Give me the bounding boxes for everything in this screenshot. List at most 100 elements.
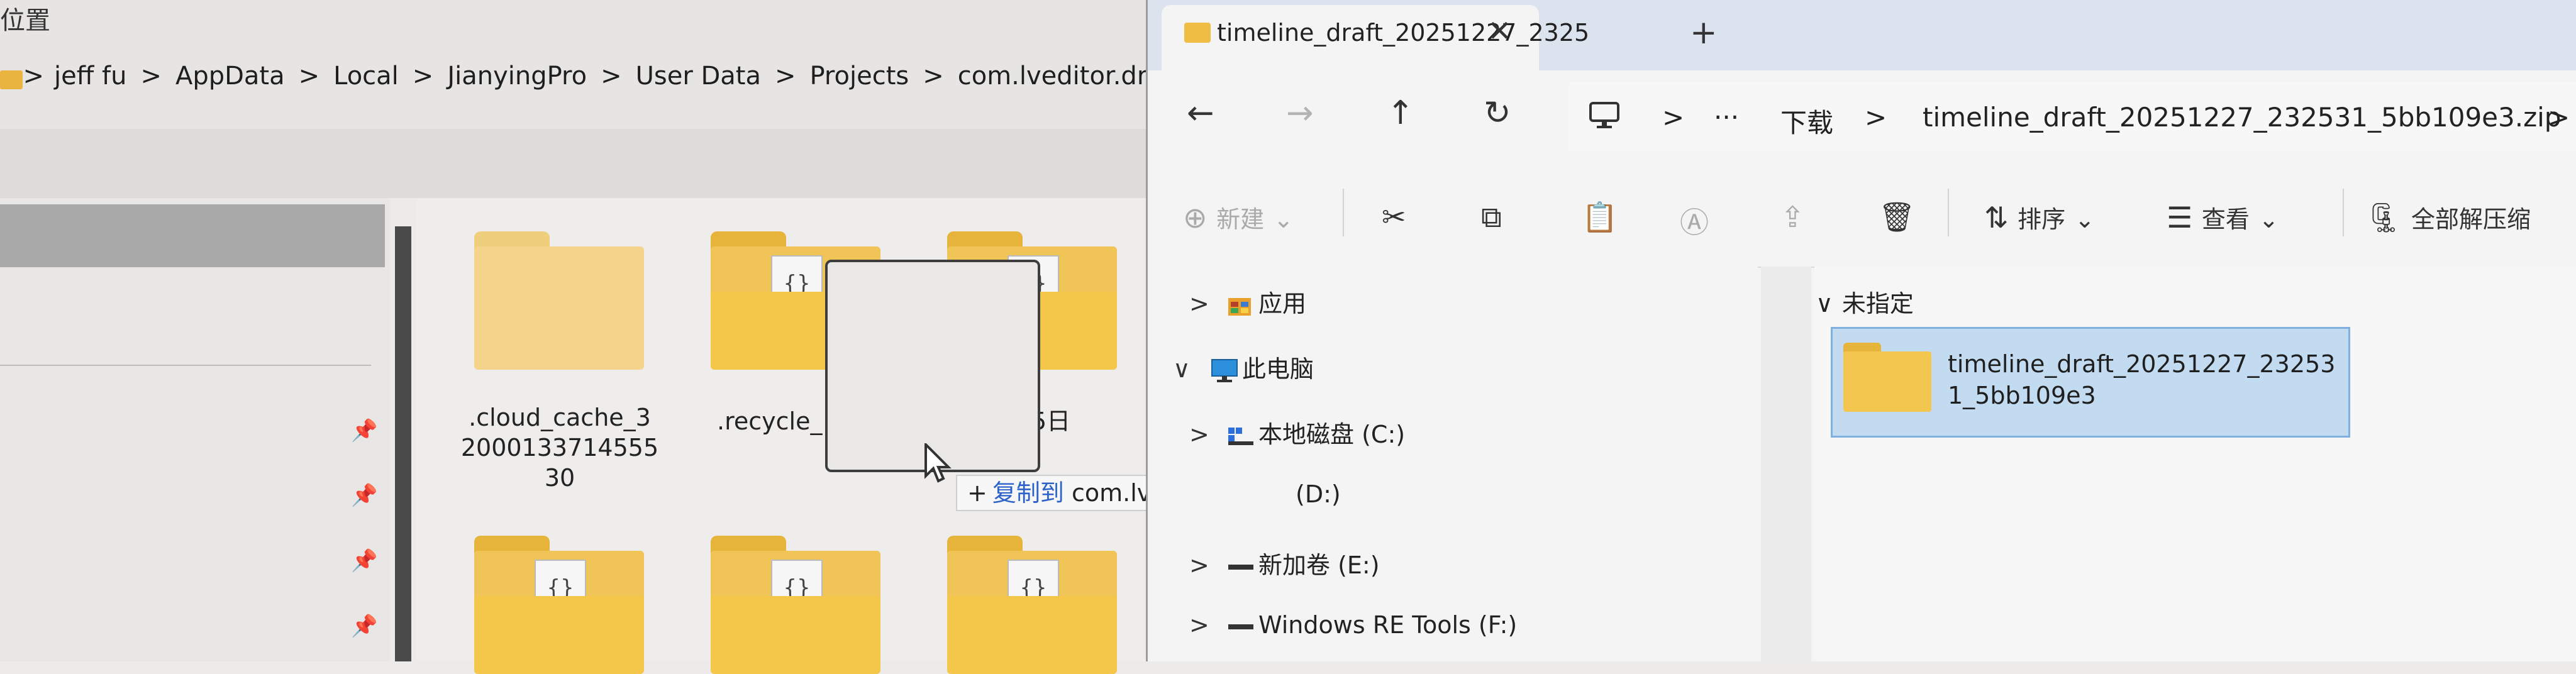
- breadcrumb-item-projects[interactable]: Projects: [810, 62, 923, 91]
- forward-arrow-icon[interactable]: →: [1286, 94, 1314, 132]
- breadcrumb-separator[interactable]: >: [413, 62, 448, 91]
- monitor-icon[interactable]: [1588, 101, 1621, 131]
- left-window-title: 位置: [0, 6, 50, 35]
- tree-label: 此电脑: [1242, 355, 1314, 383]
- cut-icon[interactable]: ✂: [1382, 200, 1406, 234]
- folder-icon: [1843, 343, 1931, 412]
- tree-label: 本地磁盘 (C:): [1258, 421, 1406, 448]
- delete-icon[interactable]: 🗑: [1879, 200, 1915, 235]
- group-header-label: 未指定: [1841, 290, 1914, 318]
- breadcrumb-item-appdata[interactable]: AppData: [175, 62, 299, 91]
- pin-icon[interactable]: 📌: [351, 548, 377, 573]
- drive-icon: [1227, 611, 1258, 639]
- view-icon: ☰: [2167, 201, 2193, 235]
- command-bar: [1148, 166, 2576, 268]
- path-overflow-button[interactable]: ···: [1714, 102, 1739, 133]
- navigation-tree: [1148, 267, 1758, 661]
- pin-icon[interactable]: 📌: [351, 483, 377, 508]
- navigation-pane: [0, 198, 390, 661]
- rename-icon[interactable]: Ⓐ: [1680, 200, 1709, 241]
- path-chevron[interactable]: >: [1662, 102, 1684, 133]
- nav-selected-item[interactable]: [0, 204, 385, 267]
- breadcrumb-separator[interactable]: >: [299, 62, 334, 91]
- chevron-right-icon[interactable]: >: [1189, 551, 1227, 579]
- breadcrumb-item-local[interactable]: Local: [333, 62, 413, 91]
- folder-label-partial[interactable]: 5日: [1031, 406, 1107, 436]
- tree-item-this-pc[interactable]: ∨ 此电脑: [1173, 350, 1314, 384]
- tree-label: 应用: [1258, 290, 1307, 318]
- folder-icon[interactable]: {}: [711, 536, 880, 674]
- sort-icon: ⇅: [1984, 201, 2009, 235]
- left-explorer-window: 位置 > jeff fu > AppData > Local > Jianyin…: [0, 0, 1341, 674]
- nav-scrollbar[interactable]: [395, 226, 411, 661]
- new-tab-button[interactable]: +: [1690, 14, 1718, 52]
- command-divider: [2343, 189, 2344, 236]
- sort-button[interactable]: ⇅ 排序 ⌄: [1984, 200, 2095, 235]
- drive-icon: [1227, 551, 1258, 579]
- right-explorer-window: timeline_draft_20251227_2325 ✕ + ← → ↑ ↻…: [1146, 0, 2576, 661]
- breadcrumb-separator: >: [23, 62, 44, 91]
- sort-label: 排序: [2018, 206, 2066, 233]
- nav-divider: [0, 365, 371, 366]
- left-toolbar: [0, 129, 1146, 198]
- new-button[interactable]: ⊕ 新建 ⌄: [1183, 200, 1294, 235]
- breadcrumb-item-user-data[interactable]: User Data: [636, 62, 775, 91]
- up-arrow-icon[interactable]: ↑: [1387, 94, 1414, 132]
- refresh-icon[interactable]: ↻: [1484, 94, 1511, 132]
- extract-icon: 🗜: [2365, 201, 2402, 235]
- drag-preview: [825, 260, 1040, 472]
- breadcrumb-separator[interactable]: >: [775, 62, 810, 91]
- pin-icon[interactable]: 📌: [351, 418, 377, 443]
- tab-title: timeline_draft_20251227_2325: [1217, 19, 1590, 47]
- apps-icon: [1227, 290, 1258, 318]
- chevron-right-icon[interactable]: >: [1189, 290, 1227, 318]
- tree-label: Windows RE Tools (F:): [1258, 611, 1518, 639]
- path-chevron[interactable]: >: [1865, 102, 1887, 133]
- chevron-down-icon[interactable]: ∨: [1816, 290, 1833, 318]
- new-label: 新建: [1216, 206, 1265, 233]
- chevron-down-icon: ⌄: [2074, 206, 2095, 233]
- view-button[interactable]: ☰ 查看 ⌄: [2167, 200, 2279, 235]
- chevron-down-icon[interactable]: ∨: [1173, 355, 1211, 383]
- command-divider: [1948, 189, 1949, 236]
- file-pane: [1814, 267, 2576, 661]
- folder-icon: [1184, 23, 1211, 43]
- tree-item-drive-e[interactable]: > 新加卷 (E:): [1189, 546, 1380, 580]
- tree-item-drive-f[interactable]: > Windows RE Tools (F:): [1189, 611, 1517, 639]
- folder-icon[interactable]: [474, 231, 644, 370]
- share-icon[interactable]: ⇪: [1780, 200, 1805, 234]
- chevron-down-icon: ⌄: [2258, 206, 2279, 233]
- folder-icon[interactable]: {}: [947, 536, 1117, 674]
- folder-label-recycle[interactable]: .recycle_: [717, 406, 843, 436]
- breadcrumb-item-jeff-fu[interactable]: jeff fu: [54, 62, 140, 91]
- path-item-downloads[interactable]: 下载: [1780, 102, 1833, 140]
- paste-icon[interactable]: 📋: [1582, 200, 1618, 235]
- close-icon[interactable]: ✕: [1487, 14, 1512, 48]
- path-end-chevron[interactable]: >: [2548, 102, 2570, 133]
- group-header-unspecified[interactable]: ∨ 未指定: [1816, 284, 1914, 319]
- chevron-down-icon: ⌄: [1273, 206, 1294, 233]
- path-item-zip[interactable]: timeline_draft_20251227_232531_5bb109e3.…: [1923, 102, 2561, 133]
- mouse-cursor-icon: [924, 443, 952, 483]
- tree-item-drive-c[interactable]: > 本地磁盘 (C:): [1189, 415, 1405, 450]
- tree-item-apps[interactable]: > 应用: [1189, 284, 1306, 319]
- chevron-right-icon[interactable]: >: [1189, 611, 1227, 639]
- breadcrumb-separator[interactable]: >: [140, 62, 175, 91]
- plus-circle-icon: ⊕: [1183, 201, 1208, 235]
- breadcrumb-separator[interactable]: >: [601, 62, 636, 91]
- view-label: 查看: [2201, 206, 2250, 233]
- extract-all-label: 全部解压缩: [2411, 206, 2531, 233]
- breadcrumb: > jeff fu > AppData > Local > JianyingPr…: [0, 62, 1180, 91]
- copy-icon[interactable]: ⧉: [1481, 200, 1502, 235]
- chevron-right-icon[interactable]: >: [1189, 421, 1227, 448]
- folder-label-cloud-cache[interactable]: .cloud_cache_3 2000133714555 30: [440, 402, 679, 493]
- pane-splitter[interactable]: [1761, 267, 1811, 661]
- breadcrumb-item-jianyingpro[interactable]: JianyingPro: [447, 62, 601, 91]
- plus-icon: +: [967, 479, 987, 507]
- breadcrumb-separator[interactable]: >: [923, 62, 958, 91]
- drive-icon: [1227, 421, 1258, 448]
- extract-all-button[interactable]: 🗜 全部解压缩: [2365, 200, 2531, 235]
- folder-icon[interactable]: {}: [474, 536, 644, 674]
- back-arrow-icon[interactable]: ←: [1187, 94, 1214, 132]
- pin-icon[interactable]: 📌: [351, 614, 377, 639]
